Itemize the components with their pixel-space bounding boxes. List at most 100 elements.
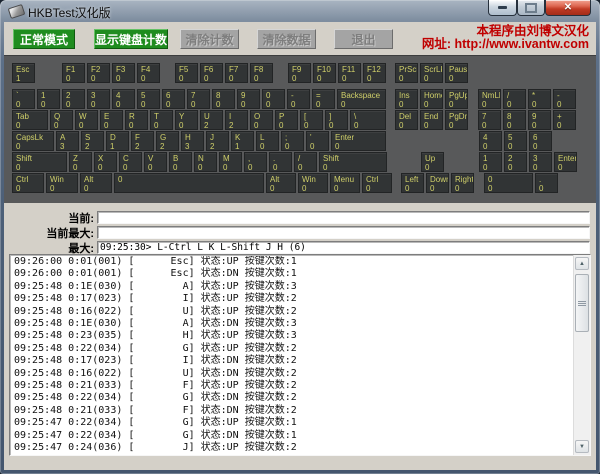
key-label: S	[85, 133, 103, 142]
titlebar[interactable]: HKBTest汉化版 ✕	[0, 0, 600, 22]
key-count: 0	[366, 184, 391, 193]
log-line[interactable]: 09:25:47 0:24(036) [ J] 状态:UP 按键次数:2	[14, 442, 574, 454]
key-count: 0	[260, 142, 278, 151]
key-count: 0	[483, 163, 501, 172]
key-label: [	[304, 112, 322, 121]
key-label: Shift	[16, 154, 66, 163]
key-count: 0	[279, 121, 297, 130]
key-label: 3	[533, 154, 551, 163]
key-count: 0	[323, 163, 386, 172]
key-count: 0	[16, 100, 34, 109]
log-line[interactable]: 09:25:48 0:17(023) [ I] 状态:DN 按键次数:2	[14, 355, 574, 367]
key-q: Q0	[50, 110, 73, 130]
key-backspace: Backspace0	[337, 89, 386, 109]
log-line[interactable]: 09:25:48 0:21(033) [ F] 状态:UP 按键次数:2	[14, 380, 574, 392]
log-line[interactable]: 09:25:48 0:16(022) [ U] 状态:UP 按键次数:2	[14, 306, 574, 318]
log-line[interactable]: 09:25:48 0:23(035) [ H] 状态:UP 按键次数:3	[14, 330, 574, 342]
key-num-5: 50	[504, 131, 527, 151]
key-count: 0	[229, 74, 247, 83]
key-label: G	[160, 133, 178, 142]
key-prscr: PrScr0	[395, 63, 418, 83]
scroll-up-arrow[interactable]: ▲	[575, 257, 589, 270]
key-count: 0	[455, 184, 473, 193]
key-capslk: CapsLk0	[12, 131, 54, 151]
log-line[interactable]: 09:26:00 0:01(001) [ Esc] 状态:DN 按键次数:1	[14, 268, 574, 280]
key-count: 0	[335, 142, 385, 151]
key-shift-right: Shift0	[319, 152, 387, 172]
show-key-count-button[interactable]: 显示键盘计数	[94, 29, 168, 49]
normal-mode-button[interactable]: 正常模式	[13, 29, 75, 49]
log-line[interactable]: 09:25:48 0:1E(030) [ A] 状态:UP 按键次数:3	[14, 281, 574, 293]
key-count: 0	[254, 74, 272, 83]
current-field[interactable]	[97, 211, 590, 224]
app-window: HKBTest汉化版 ✕ 正常模式显示键盘计数清除计数清除数据退出 本程序由刘博…	[0, 0, 600, 474]
key-count: 0	[449, 100, 467, 109]
key-label: '	[310, 133, 328, 142]
key-label: Home	[424, 91, 442, 100]
log-line[interactable]: 09:25:47 0:22(034) [ G] 状态:UP 按键次数:1	[14, 417, 574, 429]
key-home: Home0	[420, 89, 443, 109]
key-label: Ctrl	[366, 175, 391, 184]
key-count: 0	[16, 163, 66, 172]
key-num-period: .0	[535, 173, 558, 193]
key-esc: Esc1	[12, 63, 35, 83]
max-field[interactable]: 09:25:30> L-Ctrl L K L-Shift J H (6)	[97, 241, 590, 254]
log-line[interactable]: 09:26:00 0:01(001) [ Esc] 状态:UP 按键次数:1	[14, 256, 574, 268]
log-scrollbar[interactable]: ▲ ▼	[573, 255, 590, 455]
close-button[interactable]: ✕	[545, 0, 591, 16]
log-line[interactable]: 09:25:48 0:16(022) [ U] 状态:DN 按键次数:2	[14, 368, 574, 380]
log-line[interactable]: 09:25:48 0:1E(030) [ A] 状态:DN 按键次数:3	[14, 318, 574, 330]
key-count: 0	[508, 163, 526, 172]
key-count: 0	[84, 184, 111, 193]
log-line[interactable]: 09:25:47 0:22(034) [ G] 状态:DN 按键次数:1	[14, 430, 574, 442]
minimize-button[interactable]	[488, 0, 517, 16]
key-num-enter: Enter0	[554, 152, 577, 172]
log-line[interactable]: 09:25:48 0:21(033) [ F] 状态:DN 按键次数:2	[14, 405, 574, 417]
key-count: 0	[223, 163, 241, 172]
key-label: E	[104, 112, 122, 121]
key-bracket-left: [0	[300, 110, 323, 130]
credit-line-2: 网址: http://www.ivantw.com	[422, 38, 589, 51]
key-count: 0	[292, 74, 310, 83]
key-count: 0	[91, 100, 109, 109]
log-list[interactable]: 09:26:00 0:01(001) [ Esc] 状态:UP 按键次数:109…	[10, 256, 574, 455]
key-label: Del	[399, 112, 417, 121]
key-count: 0	[129, 121, 147, 130]
key-count: 0	[399, 100, 417, 109]
log-line[interactable]: 09:25:48 0:22(034) [ G] 状态:UP 按键次数:2	[14, 343, 574, 355]
key-label: F3	[116, 65, 134, 74]
key-count: 0	[216, 100, 234, 109]
window-controls: ✕	[488, 0, 591, 16]
key-label: End	[424, 112, 442, 121]
key-label: F12	[367, 65, 385, 74]
bottom-strip	[4, 456, 596, 470]
key-count: 3	[185, 142, 203, 151]
key-count: 0	[449, 74, 467, 83]
key-num-minus: -0	[553, 89, 576, 109]
key-label: I	[229, 112, 247, 121]
log-line[interactable]: 09:25:48 0:17(023) [ I] 状态:UP 按键次数:2	[14, 293, 574, 305]
key-label: F	[135, 133, 153, 142]
key-y: Y0	[175, 110, 198, 130]
scroll-thumb[interactable]	[575, 274, 589, 332]
scroll-down-arrow[interactable]: ▼	[575, 440, 589, 453]
key-label: N	[198, 154, 216, 163]
key-count: 0	[425, 163, 443, 172]
key-num-1: 10	[479, 152, 502, 172]
key-f6: F60	[200, 63, 223, 83]
key-l: L0	[256, 131, 279, 151]
key-f8: F80	[250, 63, 273, 83]
key-count: 0	[310, 142, 328, 151]
current-max-field[interactable]	[97, 226, 590, 239]
key-label: P	[279, 112, 297, 121]
key-label: Left	[405, 175, 423, 184]
maximize-button[interactable]	[517, 0, 545, 16]
key-count: 0	[198, 163, 216, 172]
key-label: B	[173, 154, 191, 163]
key-count: 0	[104, 121, 122, 130]
key-label: Alt	[270, 175, 295, 184]
key-label: .	[539, 175, 557, 184]
key-b: B0	[169, 152, 192, 172]
log-line[interactable]: 09:25:48 0:22(034) [ G] 状态:DN 按键次数:2	[14, 392, 574, 404]
key-f10: F100	[313, 63, 336, 83]
